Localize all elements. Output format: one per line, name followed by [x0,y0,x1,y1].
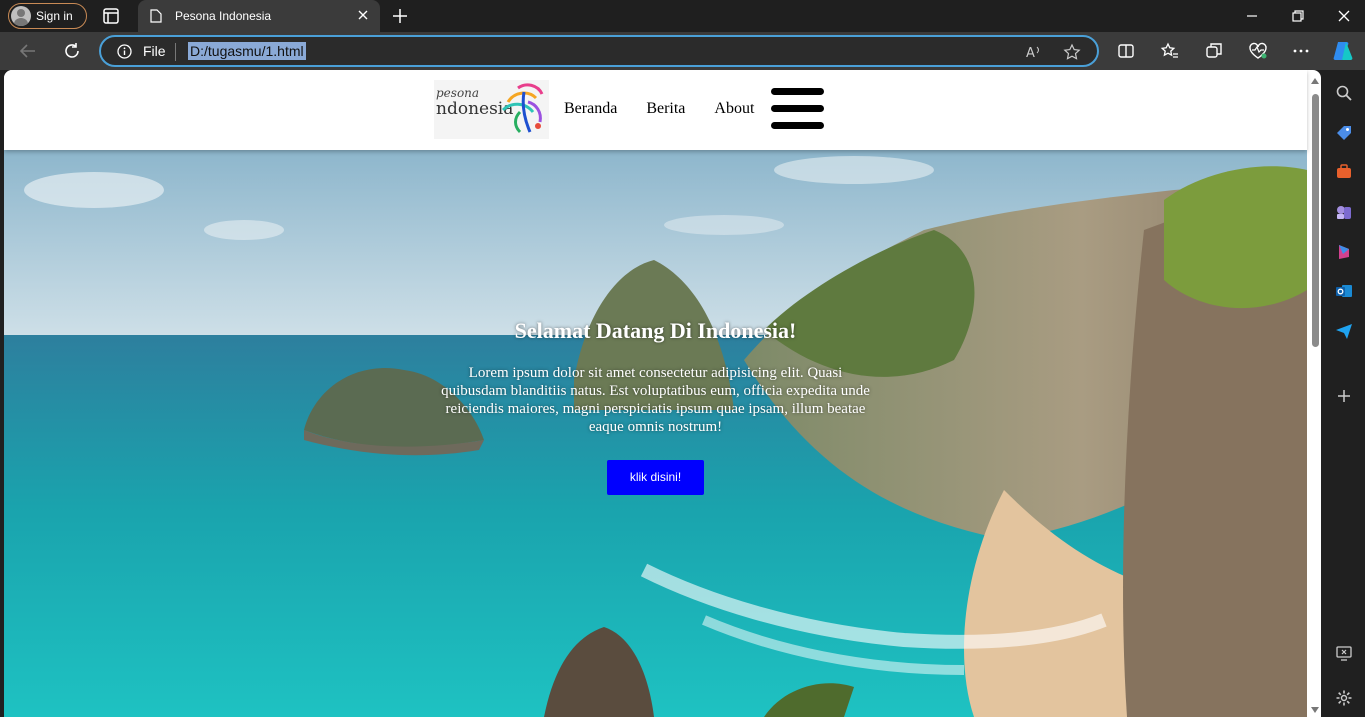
browser-sidebar [1322,70,1365,717]
split-screen-icon[interactable] [1116,41,1136,61]
browser-toolbar: File D:/tugasmu/1.html A [0,32,1365,70]
address-scheme-label: File [143,43,166,59]
favorites-icon[interactable] [1160,41,1180,61]
shopping-icon[interactable] [1335,124,1353,142]
page-icon [150,9,162,23]
hero-section: Selamat Datang Di Indonesia! Lorem ipsum… [4,150,1307,717]
health-icon[interactable] [1248,41,1268,61]
settings-icon[interactable] [1335,689,1353,707]
back-icon[interactable] [18,41,38,61]
hero-content: Selamat Datang Di Indonesia! Lorem ipsum… [4,318,1307,495]
sign-in-button[interactable]: Sign in [8,3,87,29]
sign-in-label: Sign in [36,9,73,23]
browser-tab[interactable]: Pesona Indonesia [138,0,380,32]
games-icon[interactable] [1335,203,1353,221]
hero-title: Selamat Datang Di Indonesia! [514,318,797,343]
close-icon[interactable] [356,8,370,22]
add-icon[interactable] [1335,387,1353,405]
site-navbar: pesona ndonesia Beranda Berita About [4,70,1307,150]
scrollbar-thumb[interactable] [1312,94,1319,347]
nav-link-berita[interactable]: Berita [646,100,685,118]
address-url[interactable]: D:/tugasmu/1.html [188,42,306,60]
hero-cta-button[interactable]: klik disini! [607,460,704,495]
nav-link-about[interactable]: About [714,100,754,118]
address-separator [175,43,176,61]
window-close-icon[interactable] [1336,8,1352,24]
tab-title: Pesona Indonesia [175,9,272,23]
svg-text:A: A [1026,46,1035,61]
address-bar[interactable]: File D:/tugasmu/1.html A [99,35,1099,67]
more-icon[interactable] [1291,41,1311,61]
search-icon[interactable] [1335,84,1353,102]
tools-icon[interactable] [1335,163,1353,181]
title-bar: Sign in Pesona Indonesia [0,0,1365,32]
garuda-logo-icon [501,83,544,134]
hamburger-menu-icon[interactable] [771,88,824,131]
send-icon[interactable] [1335,322,1353,340]
scroll-up-icon[interactable] [1311,78,1319,84]
new-tab-icon[interactable] [391,7,409,25]
restore-icon[interactable] [1290,8,1306,24]
nav-links: Beranda Berita About [564,100,783,118]
avatar-icon [11,6,31,26]
collections-icon[interactable] [1204,41,1224,61]
read-aloud-icon[interactable]: A [1025,43,1043,61]
refresh-icon[interactable] [62,41,82,61]
page-scrollbar[interactable] [1311,78,1319,717]
site-logo[interactable]: pesona ndonesia [434,80,549,139]
hero-description: Lorem ipsum dolor sit amet consectetur a… [441,365,870,435]
minimize-icon[interactable] [1244,8,1260,24]
info-icon[interactable] [117,44,132,59]
nav-link-beranda[interactable]: Beranda [564,100,617,118]
favorite-star-icon[interactable] [1063,43,1081,61]
copilot-icon[interactable] [1332,39,1356,63]
outlook-icon[interactable] [1335,282,1353,300]
scroll-down-icon[interactable] [1311,707,1319,713]
office-icon[interactable] [1335,243,1353,261]
tabs-icon[interactable] [101,6,121,26]
page-viewport: pesona ndonesia Beranda Berita About Sel… [4,70,1321,717]
logo-text-top: pesona [436,86,480,100]
screenshot-icon[interactable] [1335,644,1353,662]
